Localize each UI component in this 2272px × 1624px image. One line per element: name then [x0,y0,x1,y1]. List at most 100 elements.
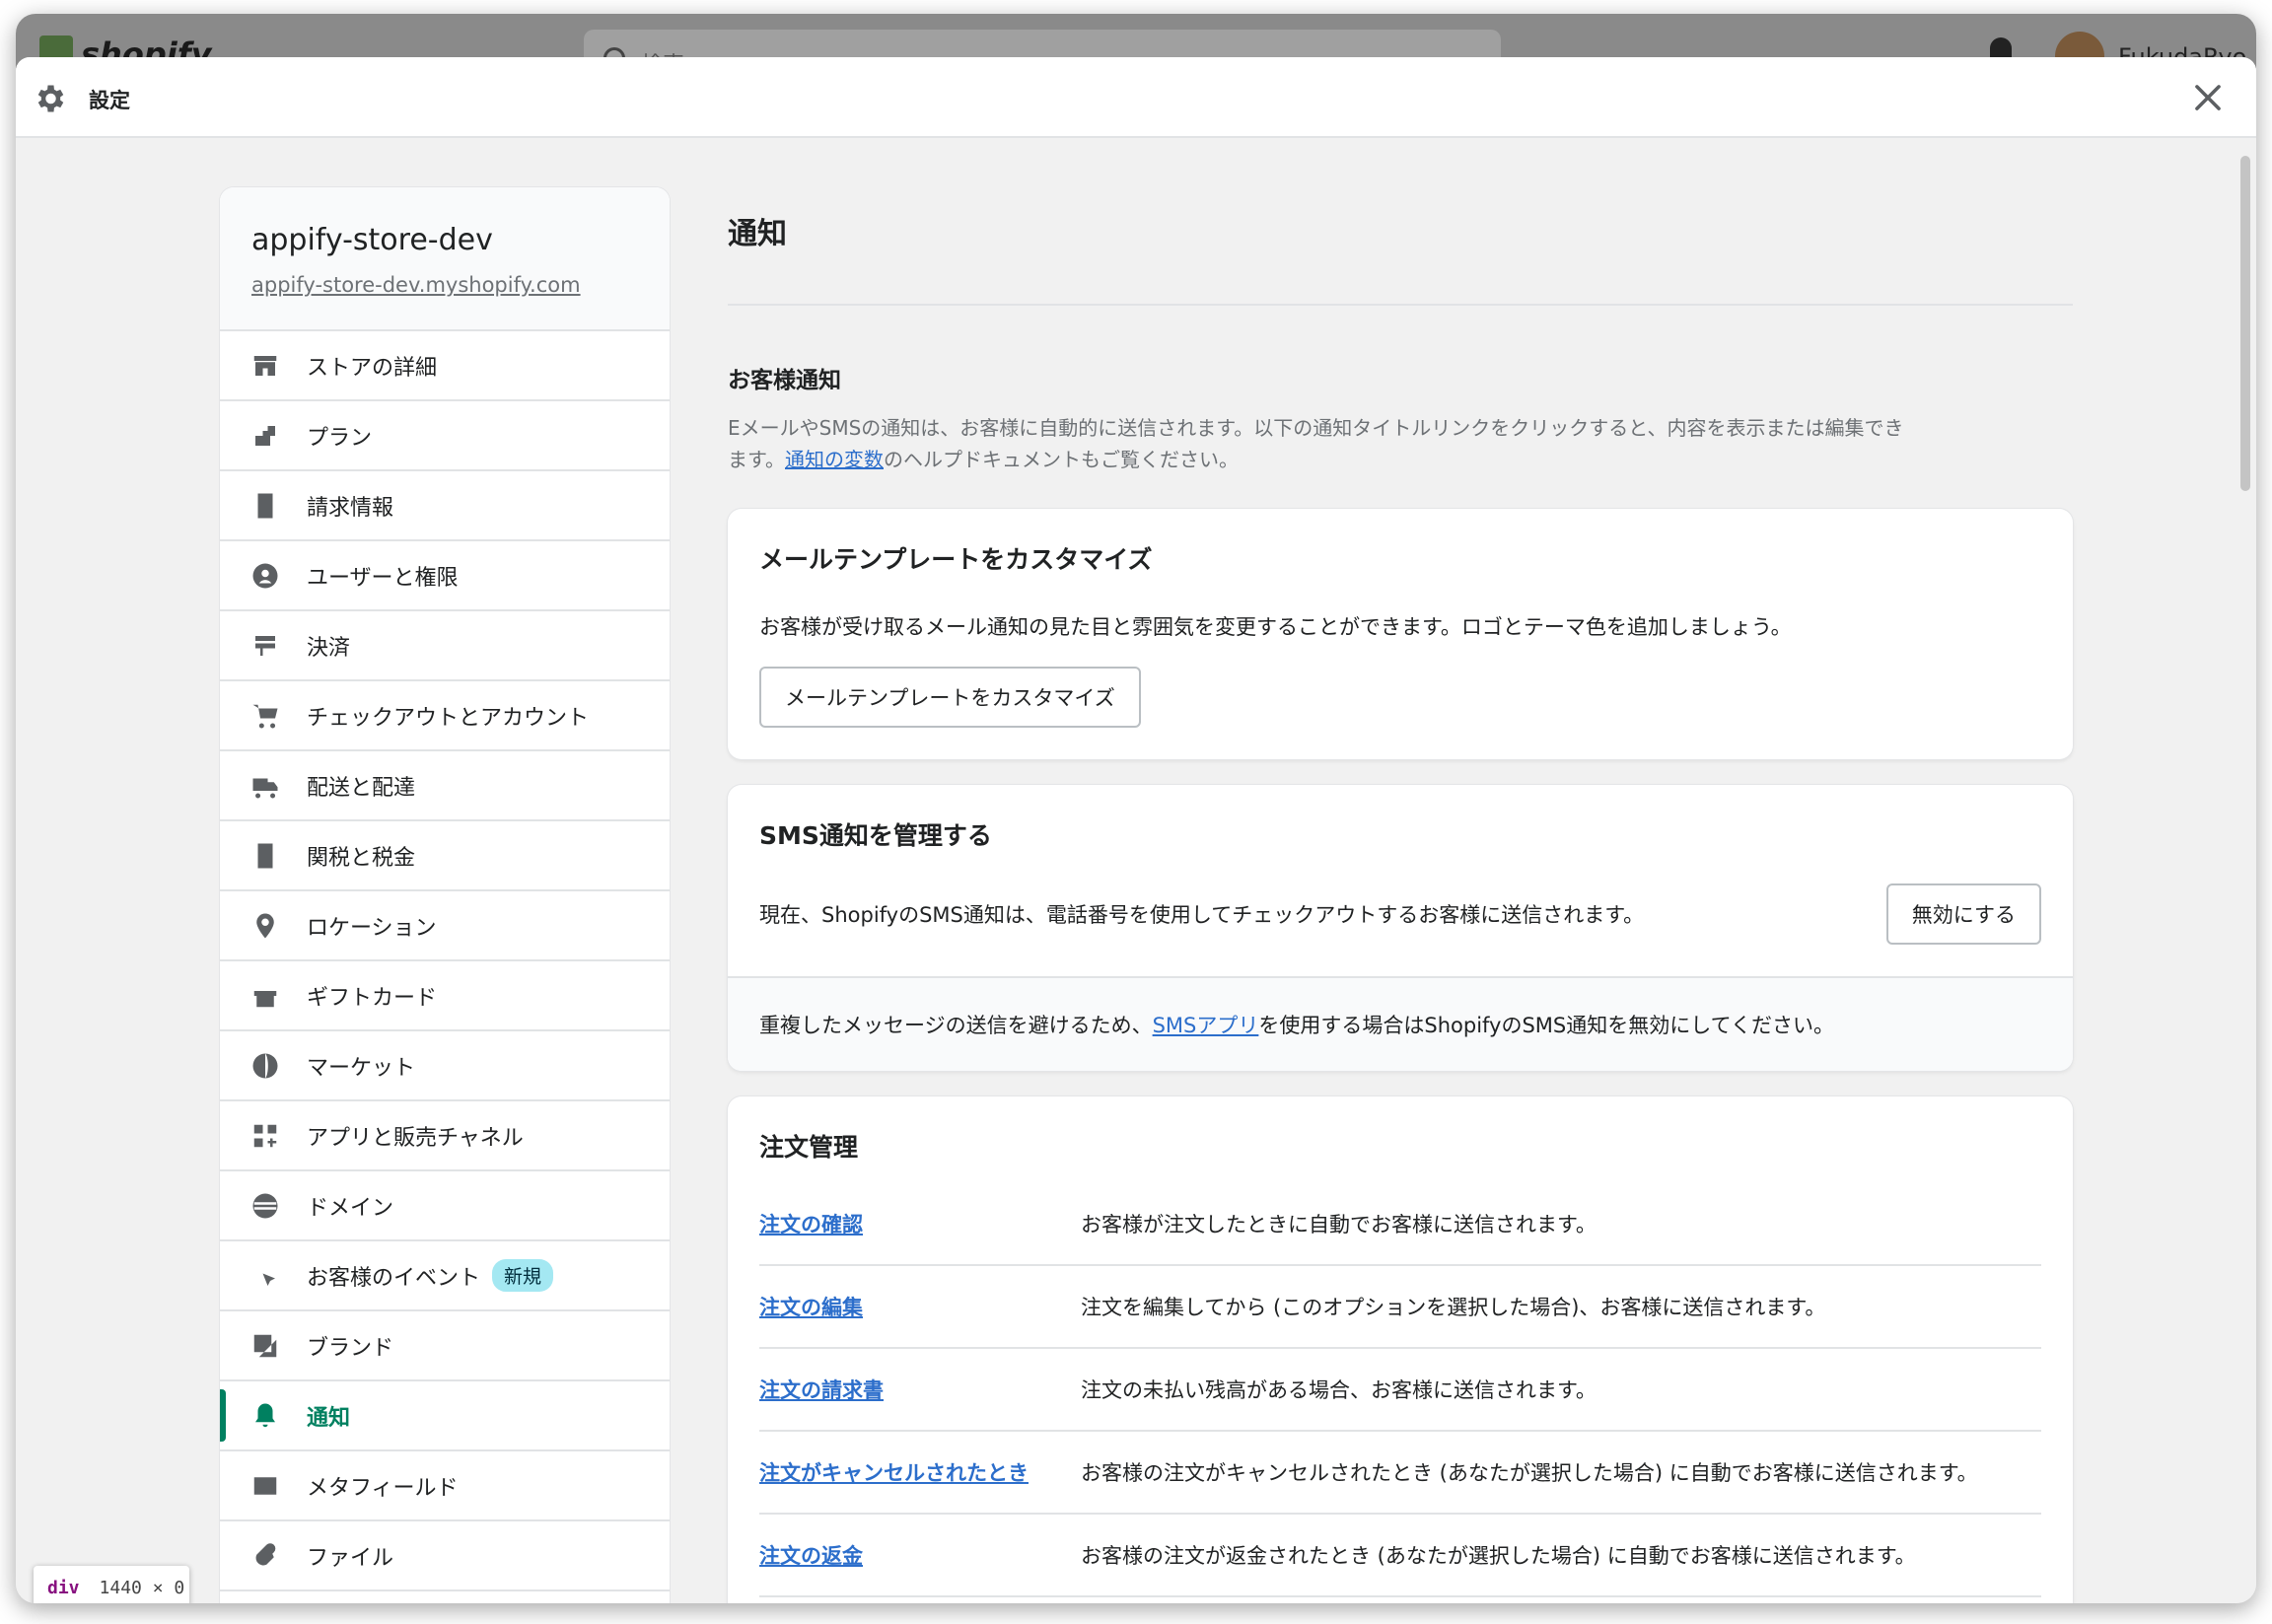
order-notification-link[interactable]: 注文の返金 [759,1540,1081,1570]
sidebar-item-label: ギフトカード [307,985,438,1011]
sms-card-footer: 重複したメッセージの送信を避けるため、SMSアプリを使用する場合はShopify… [728,976,2073,1071]
sidebar-nav: ストアの詳細 プラン請求情報ユーザーと権限 決済チェックアウトとアカウント 配送と配達… [220,331,670,1591]
sidebar-item-metafield[interactable]: メタフィールド [220,1451,670,1521]
user-icon [249,560,281,592]
sidebar-item-brand[interactable]: ブランド [220,1311,670,1381]
order-notification-link[interactable]: 注文の確認 [759,1209,1081,1238]
apps-icon [249,1120,281,1152]
sidebar-item-label: ロケーション [307,915,437,941]
sidebar-item-gift[interactable]: ギフトカード [220,961,670,1031]
page-title: 通知 [728,217,787,251]
notification-variables-link[interactable]: 通知の変数 [785,448,884,471]
sidebar-item-billing[interactable]: 請求情報 [220,471,670,541]
cursor-icon [249,1260,281,1292]
sidebar-item-label: マーケット [307,1055,416,1081]
sidebar-item-truck[interactable]: 配送と配達 [220,751,670,821]
sidebar-item-bell[interactable]: 通知 [220,1381,670,1451]
sidebar-item-domain[interactable]: ドメイン [220,1171,670,1241]
customer-notifications-title: お客様通知 [728,368,841,393]
sms-foot-pre: 重複したメッセージの送信を避けるため、 [759,1014,1153,1037]
store-header: appify-store-dev appify-store-dev.myshop… [220,187,670,331]
payment-icon [249,630,281,662]
sidebar-item-label: ユーザーと権限 [307,565,459,591]
order-notification-desc: 注文の未払い残高がある場合、お客様に送信されます。 [1081,1378,1597,1402]
tax-icon [249,840,281,872]
sidebar-item-label: ストアの詳細 [307,355,438,381]
desc-post: のヘルプドキュメントもご覧ください。 [884,448,1239,471]
plan-icon [249,420,281,452]
email-template-card: メールテンプレートをカスタマイズ お客様が受け取るメール通知の見た目と雰囲気を変… [728,509,2073,759]
sidebar-item-label: チェックアウトとアカウント [307,705,590,731]
divider [728,304,2073,306]
order-management-title: 注文管理 [759,1133,859,1162]
gear-icon [37,85,64,112]
disable-sms-button[interactable]: 無効にする [1885,883,2041,945]
sidebar-item-label: 決済 [307,635,351,661]
order-notification-row: 注文の編集 注文を編集してから (このオプションを選択した場合)、お客様に送信され… [759,1266,2041,1349]
close-icon[interactable] [2189,79,2227,116]
order-notification-desc: お客様の注文がキャンセルされたとき (あなたが選択した場合) に自動でお客様に送… [1081,1461,1978,1485]
sms-app-link[interactable]: SMSアプリ [1153,1014,1259,1037]
sms-foot-post: を使用する場合はShopifyのSMS通知を無効にしてください。 [1258,1014,1834,1037]
sidebar-item-label: ファイル [307,1545,394,1571]
new-badge: 新規 [492,1259,554,1292]
sms-card: SMS通知を管理する 現在、ShopifyのSMS通知は、電話番号を使用してチェ… [728,785,2073,1071]
order-notification-row: 注文の返金 お客様の注文が返金されたとき (あなたが選択した場合) に自動でお客様… [759,1515,2041,1597]
brand-icon [249,1330,281,1362]
customize-email-template-button[interactable]: メールテンプレートをカスタマイズ [759,667,1141,728]
sidebar-item-location[interactable]: ロケーション [220,891,670,961]
domain-icon [249,1190,281,1222]
globe-icon [249,1050,281,1082]
sidebar-item-label: お客様のイベント [307,1265,481,1291]
order-notification-link[interactable]: 注文がキャンセルされたとき [759,1457,1081,1487]
desc-line-1: EメールやSMSの通知は、お客様に自動的に送信されます。以下の通知タイトルリンク… [728,416,1904,440]
sidebar-item-payment[interactable]: 決済 [220,611,670,681]
paperclip-icon [249,1540,281,1572]
sidebar-item-label: メタフィールド [307,1475,459,1501]
sidebar-item-globe[interactable]: マーケット [220,1031,670,1101]
metafield-icon [249,1470,281,1502]
location-icon [249,910,281,942]
settings-modal: 設定 appify-store-dev appify-store-dev.mys… [16,57,2256,1603]
sms-card-text: 現在、ShopifyのSMS通知は、電話番号を使用してチェックアウトするお客様に… [759,903,1645,927]
order-notification-desc: お客様の注文が返金されたとき (あなたが選択した場合) に自動でお客様に送信され… [1081,1544,1916,1568]
sidebar-item-paperclip[interactable]: ファイル [220,1521,670,1591]
sidebar-item-user[interactable]: ユーザーと権限 [220,541,670,611]
order-notification-desc: お客様が注文したときに自動でお客様に送信されます。 [1081,1213,1597,1236]
sidebar-item-label: 関税と税金 [307,845,416,871]
store-icon [249,350,281,382]
order-notification-list: 注文の確認 お客様が注文したときに自動でお客様に送信されます。 注文の編集 注文を編集… [759,1183,2041,1603]
sidebar-item-cart[interactable]: チェックアウトとアカウント [220,681,670,751]
browser-window: shopify 検索 FukudaRyo 設定 appify-store-dev… [16,14,2256,1603]
sidebar-item-cursor[interactable]: お客様のイベント 新規 [220,1241,670,1311]
order-notification-row: 注文の請求書 注文の未払い残高がある場合、お客様に送信されます。 [759,1349,2041,1432]
devtools-tooltip: div 1440 × 0 [34,1566,189,1603]
order-notification-row: 下書き注文の請求書下書き注文の請求書が作成されたときにお客様に送信されます。これ… [759,1597,2041,1603]
order-management-card: 注文管理 注文の確認 お客様が注文したときに自動でお客様に送信されます。 注文の編集… [728,1096,2073,1603]
order-notification-link[interactable]: 注文の請求書 [759,1375,1081,1404]
email-template-title: メールテンプレートをカスタマイズ [759,545,1153,574]
truck-icon [249,770,281,802]
sidebar-item-label: 通知 [307,1405,351,1431]
sidebar-item-label: プラン [307,425,373,451]
sidebar-item-label: 請求情報 [307,495,394,521]
sidebar-item-plan[interactable]: プラン [220,401,670,471]
bell-icon [249,1400,281,1432]
sidebar-item-apps[interactable]: アプリと販売チャネル [220,1101,670,1171]
sidebar-item-tax[interactable]: 関税と税金 [220,821,670,891]
scrollbar[interactable] [2240,156,2250,491]
order-notification-link[interactable]: 注文の編集 [759,1292,1081,1321]
tooltip-tag: div [47,1577,80,1598]
settings-sidebar: appify-store-dev appify-store-dev.myshop… [220,187,670,1603]
store-url-link[interactable]: appify-store-dev.myshopify.com [251,273,638,297]
order-notification-desc: 注文を編集してから (このオプションを選択した場合)、お客様に送信されます。 [1081,1296,1826,1319]
desc-pre: ます。 [728,448,785,471]
sidebar-item-label: アプリと販売チャネル [307,1125,524,1151]
sidebar-item-label: 配送と配達 [307,775,416,801]
sidebar-item-label: ドメイン [307,1195,394,1221]
main-content: 通知 お客様通知 EメールやSMSの通知は、お客様に自動的に送信されます。以下の… [728,187,2073,1603]
store-name: appify-store-dev [251,223,493,257]
sms-card-title: SMS通知を管理する [759,821,992,850]
order-notification-row: 注文の確認 お客様が注文したときに自動でお客様に送信されます。 [759,1183,2041,1266]
sidebar-item-store[interactable]: ストアの詳細 [220,331,670,401]
